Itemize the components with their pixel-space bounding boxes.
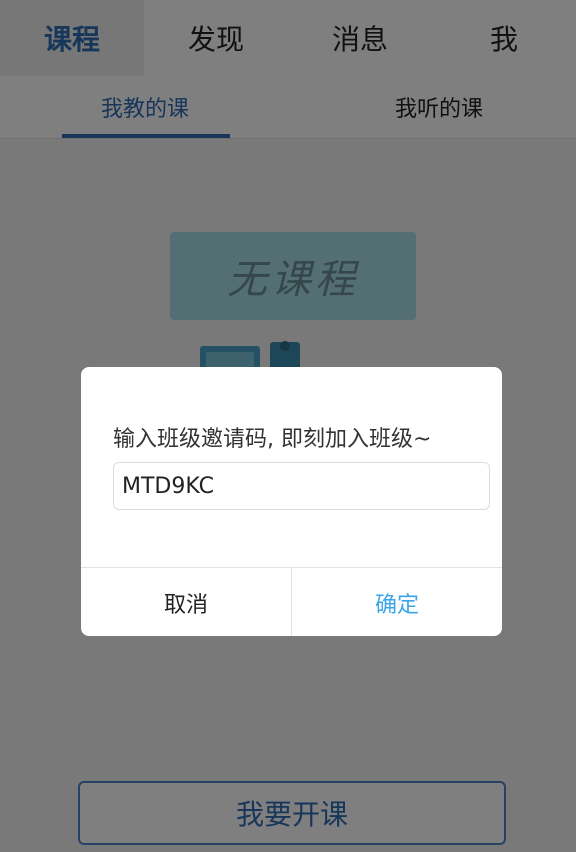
dialog-message: 输入班级邀请码, 即刻加入班级~ bbox=[113, 427, 432, 452]
cancel-button[interactable]: 取消 bbox=[81, 568, 292, 636]
invite-code-input[interactable] bbox=[113, 462, 490, 510]
dialog-footer: 取消 确定 bbox=[81, 567, 502, 636]
confirm-button[interactable]: 确定 bbox=[292, 568, 502, 636]
join-class-dialog: 输入班级邀请码, 即刻加入班级~ 取消 确定 bbox=[81, 367, 502, 636]
